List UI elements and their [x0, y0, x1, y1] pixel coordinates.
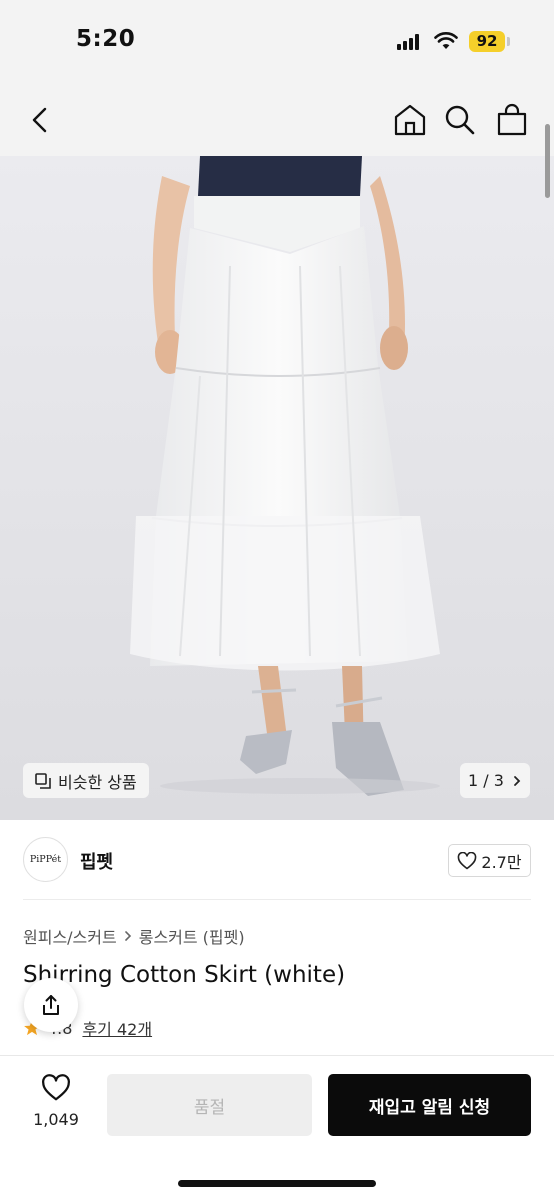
- chevron-right-icon: [514, 775, 521, 786]
- status-time: 5:20: [76, 26, 136, 52]
- brand-logo-text: PiPPét: [29, 854, 62, 865]
- brand-name[interactable]: 핍펫: [80, 848, 113, 874]
- soldout-label: 품절: [193, 1097, 226, 1118]
- product-title: Shirring Cotton Skirt (white): [23, 962, 346, 988]
- wifi-icon: [434, 32, 458, 49]
- page-counter-text: 1 / 3: [468, 771, 504, 790]
- image-page-counter[interactable]: 1 / 3: [460, 763, 530, 798]
- brand-row: PiPPét 핍펫 2.7만: [0, 820, 554, 900]
- soldout-button[interactable]: 품절: [107, 1074, 312, 1136]
- copy-icon: [35, 772, 51, 789]
- back-icon[interactable]: [22, 102, 58, 138]
- wish-count: 1,049: [33, 1110, 79, 1129]
- brand-like-button[interactable]: 2.7만: [448, 844, 531, 877]
- battery-tip: [507, 37, 510, 46]
- heart-icon: [458, 851, 477, 869]
- shopping-bag-icon[interactable]: [494, 102, 530, 138]
- heart-icon: [42, 1074, 70, 1101]
- breadcrumb-subcategory[interactable]: 롱스커트 (핍펫): [139, 924, 245, 948]
- brand-logo[interactable]: PiPPét: [23, 837, 68, 882]
- product-image[interactable]: [0, 156, 554, 820]
- divider: [23, 899, 531, 900]
- restock-notify-button[interactable]: 재입고 알림 신청: [328, 1074, 531, 1136]
- search-icon[interactable]: [442, 102, 478, 138]
- review-link[interactable]: 후기 42개: [82, 1016, 152, 1040]
- similar-products-label: 비슷한 상품: [58, 772, 137, 792]
- battery-icon: 92: [469, 31, 505, 52]
- home-icon[interactable]: [392, 102, 428, 138]
- breadcrumb: 원피스/스커트 롱스커트 (핍펫): [23, 924, 245, 948]
- bottom-action-bar: 1,049 품절 재입고 알림 신청: [0, 1055, 554, 1200]
- share-icon: [43, 995, 59, 1015]
- skirt-photo: [0, 156, 554, 820]
- scrollbar[interactable]: [545, 124, 550, 198]
- share-button[interactable]: [24, 978, 78, 1032]
- wish-button[interactable]: 1,049: [28, 1074, 84, 1129]
- similar-products-button[interactable]: 비슷한 상품: [23, 763, 149, 798]
- brand-like-count: 2.7만: [481, 852, 522, 872]
- restock-label: 재입고 알림 신청: [368, 1097, 491, 1118]
- status-bar: 5:20 92: [0, 0, 554, 84]
- cellular-signal-icon: [397, 34, 421, 50]
- chevron-right-icon: [124, 931, 131, 941]
- breadcrumb-category[interactable]: 원피스/스커트: [23, 924, 117, 948]
- home-indicator: [178, 1180, 376, 1187]
- nav-bar: [0, 84, 554, 156]
